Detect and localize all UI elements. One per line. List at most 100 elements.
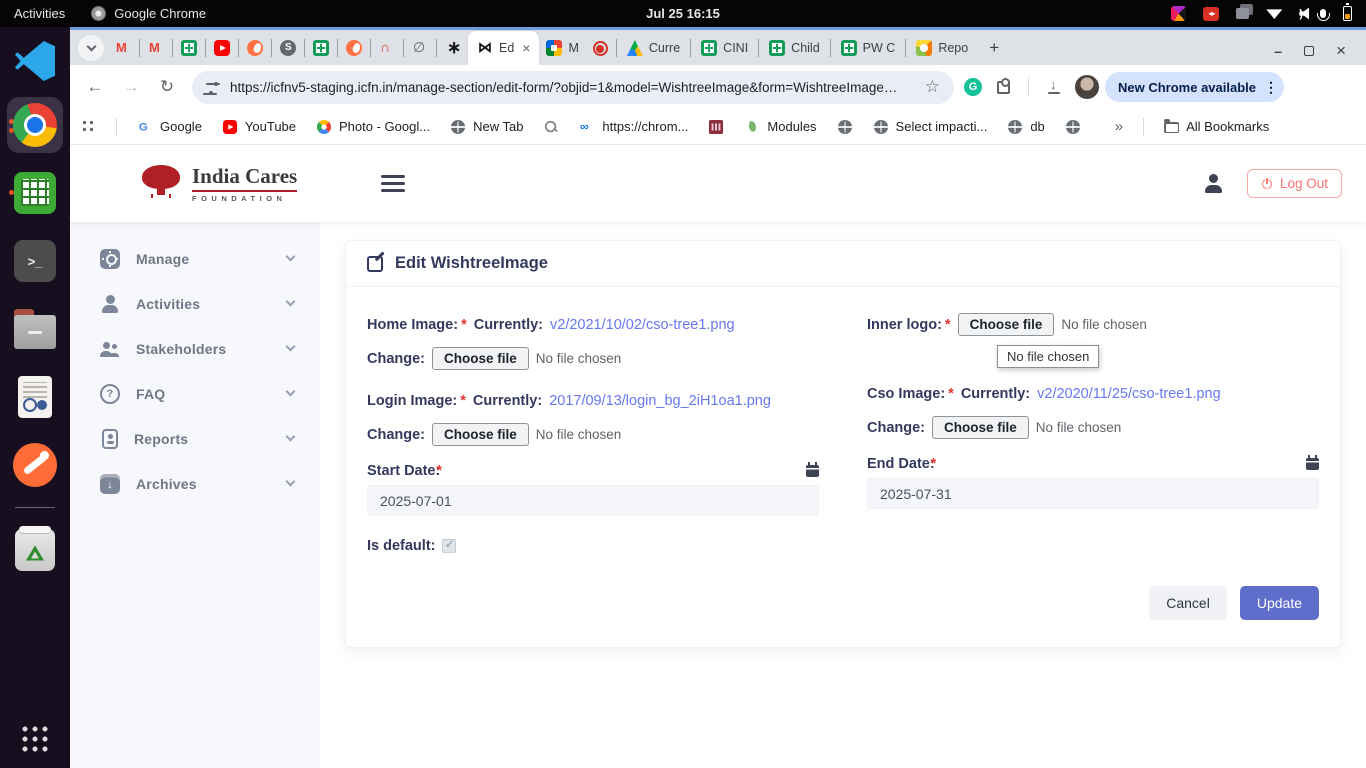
tab-spiral[interactable] xyxy=(438,31,468,65)
tab-orange-app-2[interactable] xyxy=(339,31,369,65)
microphone-icon[interactable] xyxy=(1320,9,1326,18)
dock-chrome[interactable] xyxy=(7,97,63,153)
tab-youtube[interactable] xyxy=(207,31,237,65)
brand-logo[interactable]: India Cares FOUNDATION xyxy=(140,164,297,202)
dock-trash[interactable] xyxy=(7,522,63,578)
dock-terminal[interactable] xyxy=(7,233,63,289)
dock-files[interactable] xyxy=(7,301,63,357)
libreoffice-calc-icon xyxy=(14,172,56,214)
end-date-input[interactable] xyxy=(867,478,1319,509)
bookmark-chrome-link[interactable]: https://chrom... xyxy=(579,119,688,135)
user-profile-icon[interactable] xyxy=(1203,174,1223,193)
home-image-choose-file-button[interactable]: Choose file xyxy=(432,347,529,370)
bookmark-photos[interactable]: Photo - Googl... xyxy=(316,119,430,135)
close-window-button[interactable] xyxy=(1336,42,1346,59)
all-bookmarks-button[interactable]: All Bookmarks xyxy=(1164,119,1269,134)
focused-app-menu[interactable]: Google Chrome xyxy=(91,6,206,21)
sidebar-item-activities[interactable]: Activities xyxy=(70,281,320,326)
bookmark-globe-2[interactable] xyxy=(1065,119,1081,135)
tab-gmail-1[interactable] xyxy=(108,31,138,65)
battery-icon[interactable] xyxy=(1343,6,1352,21)
chrome-update-button[interactable]: New Chrome available xyxy=(1105,72,1284,102)
back-button[interactable]: ← xyxy=(80,72,110,102)
tab-gmail-2[interactable] xyxy=(141,31,171,65)
tab-meet[interactable]: M xyxy=(539,31,585,65)
profile-avatar[interactable] xyxy=(1075,75,1099,99)
required-mark: * xyxy=(931,456,937,472)
tab-red-arch[interactable] xyxy=(372,31,402,65)
tab-sheets-cini[interactable]: CINI xyxy=(692,31,757,65)
bookmark-select-impact[interactable]: Select impacti... xyxy=(873,119,988,135)
wifi-icon[interactable] xyxy=(1266,8,1282,19)
cso-image-link[interactable]: v2/2020/11/25/cso-tree1.png xyxy=(1037,386,1221,402)
sidebar-item-faq[interactable]: FAQ xyxy=(70,371,320,416)
sidebar-item-archives[interactable]: Archives xyxy=(70,461,320,506)
new-tab-button[interactable] xyxy=(981,35,1007,61)
volume-icon[interactable]: ) xyxy=(1299,8,1303,20)
bookmark-globe-1[interactable] xyxy=(837,119,853,135)
grammarly-extension-icon[interactable] xyxy=(964,78,982,96)
screenshare-indicator-icon[interactable] xyxy=(1203,7,1219,21)
restore-button[interactable] xyxy=(1304,46,1314,56)
bookmark-image[interactable] xyxy=(708,119,724,135)
tab-sheets-1[interactable] xyxy=(174,31,204,65)
tab-null-circle[interactable] xyxy=(405,31,435,65)
bookmark-youtube[interactable]: YouTube xyxy=(222,119,296,135)
url-text[interactable]: https://icfnv5-staging.icfn.in/manage-se… xyxy=(230,80,915,95)
tab-sheets-pw[interactable]: PW C xyxy=(832,31,905,65)
tab-repo[interactable]: Repo xyxy=(907,31,977,65)
bookmark-google[interactable]: Google xyxy=(137,119,202,135)
calendar-icon[interactable] xyxy=(806,465,819,477)
calendar-icon[interactable] xyxy=(1306,458,1319,470)
reload-button[interactable]: ↻ xyxy=(152,72,182,102)
activities-button[interactable]: Activities xyxy=(14,6,65,21)
clock[interactable]: Jul 25 16:15 xyxy=(646,6,720,21)
login-image-choose-file-button[interactable]: Choose file xyxy=(432,423,529,446)
tab-active-edit[interactable]: Ed xyxy=(468,31,539,65)
close-tab-icon[interactable] xyxy=(522,40,530,56)
tab-orange-app-1[interactable] xyxy=(240,31,270,65)
bookmark-db[interactable]: db xyxy=(1007,119,1044,135)
inner-logo-choose-file-button[interactable]: Choose file xyxy=(958,313,1055,336)
address-bar[interactable]: https://icfnv5-staging.icfn.in/manage-se… xyxy=(192,71,954,104)
home-image-link[interactable]: v2/2021/10/02/cso-tree1.png xyxy=(550,317,735,333)
downloads-button[interactable] xyxy=(1039,72,1069,102)
bookmark-search[interactable] xyxy=(543,119,559,135)
tab-sheets-child[interactable]: Child xyxy=(760,31,829,65)
logout-button[interactable]: Log Out xyxy=(1247,169,1342,198)
chat-indicator-icon[interactable] xyxy=(1236,8,1249,19)
bookmark-modules[interactable]: Modules xyxy=(744,119,816,135)
dock-postman[interactable] xyxy=(7,437,63,493)
site-settings-icon[interactable] xyxy=(206,81,220,93)
extensions-button[interactable] xyxy=(988,72,1018,102)
sidebar-item-reports[interactable]: Reports xyxy=(70,416,320,461)
cso-image-choose-file-button[interactable]: Choose file xyxy=(932,416,1029,439)
sidebar-toggle-button[interactable] xyxy=(381,175,405,192)
login-image-link[interactable]: 2017/09/13/login_bg_2iH1oa1.png xyxy=(549,393,771,409)
minimize-button[interactable] xyxy=(1274,44,1282,58)
sidebar-item-manage[interactable]: Manage xyxy=(70,236,320,281)
tab-dark-globe[interactable] xyxy=(273,31,303,65)
tab-sheets-2[interactable] xyxy=(306,31,336,65)
bookmark-star-icon[interactable] xyxy=(925,77,940,97)
dock-vscode[interactable] xyxy=(7,41,63,81)
apps-grid-icon[interactable] xyxy=(82,120,96,134)
tab-title: Child xyxy=(791,41,820,55)
menu-dots-icon[interactable] xyxy=(1264,79,1278,96)
forward-button[interactable]: → xyxy=(116,72,146,102)
tab-drive-current[interactable]: Curre xyxy=(618,31,689,65)
tab-record[interactable] xyxy=(586,31,615,65)
sidebar-item-stakeholders[interactable]: Stakeholders xyxy=(70,326,320,371)
app-indicator-icon[interactable] xyxy=(1171,6,1186,21)
start-date-input[interactable] xyxy=(367,485,819,516)
is-default-checkbox[interactable] xyxy=(442,539,456,553)
dock-document-viewer[interactable] xyxy=(7,369,63,425)
dock-show-apps[interactable] xyxy=(20,724,50,754)
update-button[interactable]: Update xyxy=(1240,586,1319,620)
cancel-button[interactable]: Cancel xyxy=(1149,586,1227,620)
tab-title: CINI xyxy=(723,41,748,55)
bookmarks-overflow-button[interactable] xyxy=(1115,118,1123,135)
tab-search-button[interactable] xyxy=(78,35,104,61)
dock-libreoffice-calc[interactable] xyxy=(7,165,63,221)
bookmark-new-tab[interactable]: New Tab xyxy=(450,119,523,135)
